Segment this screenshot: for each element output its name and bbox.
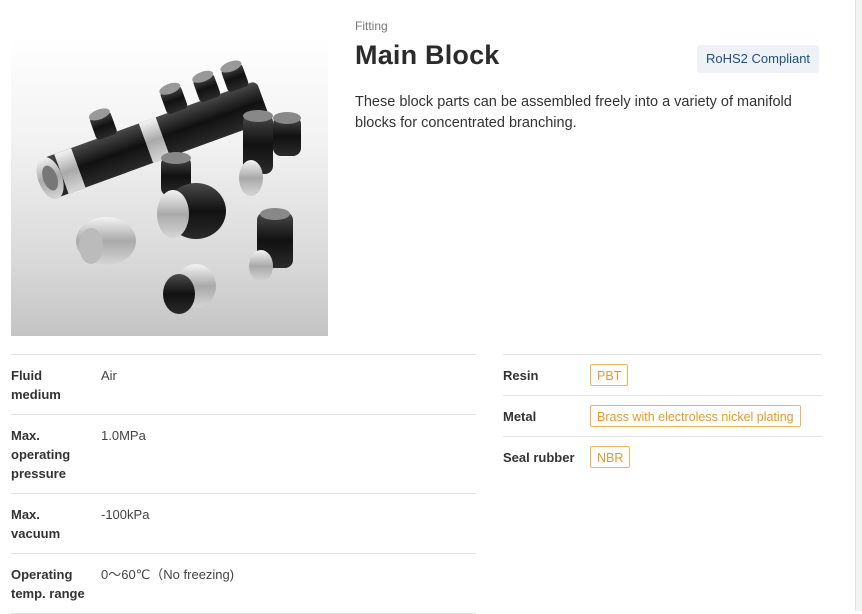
material-row-resin: Resin PBT: [503, 354, 822, 395]
spec-row-max-vacuum: Max. vacuum -100kPa: [11, 493, 476, 553]
scrollbar-track[interactable]: [855, 0, 862, 611]
material-label: Seal rubber: [503, 449, 575, 465]
spec-value: Air: [101, 368, 117, 383]
material-label: Metal: [503, 408, 537, 424]
materials-table: Resin PBT Metal Brass with electroless n…: [503, 354, 822, 477]
material-row-seal-rubber: Seal rubber NBR: [503, 436, 822, 477]
spec-table: Fluid medium Air Max. operating pressure…: [11, 354, 476, 614]
product-photo: [11, 36, 328, 336]
material-row-metal: Metal Brass with electroless nickel plat…: [503, 395, 822, 436]
spec-row-max-pressure: Max. operating pressure 1.0MPa: [11, 414, 476, 493]
spec-label: Operating temp. range: [11, 567, 85, 601]
rohs-badge: RoHS2 Compliant: [697, 45, 820, 73]
material-tag: PBT: [590, 364, 629, 386]
spec-label: Max. operating pressure: [11, 428, 71, 481]
material-label: Resin: [503, 367, 539, 383]
spec-label: Fluid medium: [11, 368, 61, 402]
spec-value: 1.0MPa: [101, 428, 146, 443]
page-title: Main Block: [355, 40, 500, 70]
spec-value: 0～60℃（No freezing): [101, 567, 235, 582]
material-tag: NBR: [590, 446, 631, 468]
product-description: These block parts can be assembled freel…: [355, 94, 792, 131]
material-tag: Brass with electroless nickel plating: [590, 405, 801, 427]
spec-row-temp-range: Operating temp. range 0～60℃（No freezing): [11, 553, 476, 614]
spec-row-fluid-medium: Fluid medium Air: [11, 354, 476, 414]
product-category: Fitting: [355, 19, 388, 33]
spec-label: Max. vacuum: [11, 507, 61, 541]
spec-value: -100kPa: [101, 507, 150, 522]
